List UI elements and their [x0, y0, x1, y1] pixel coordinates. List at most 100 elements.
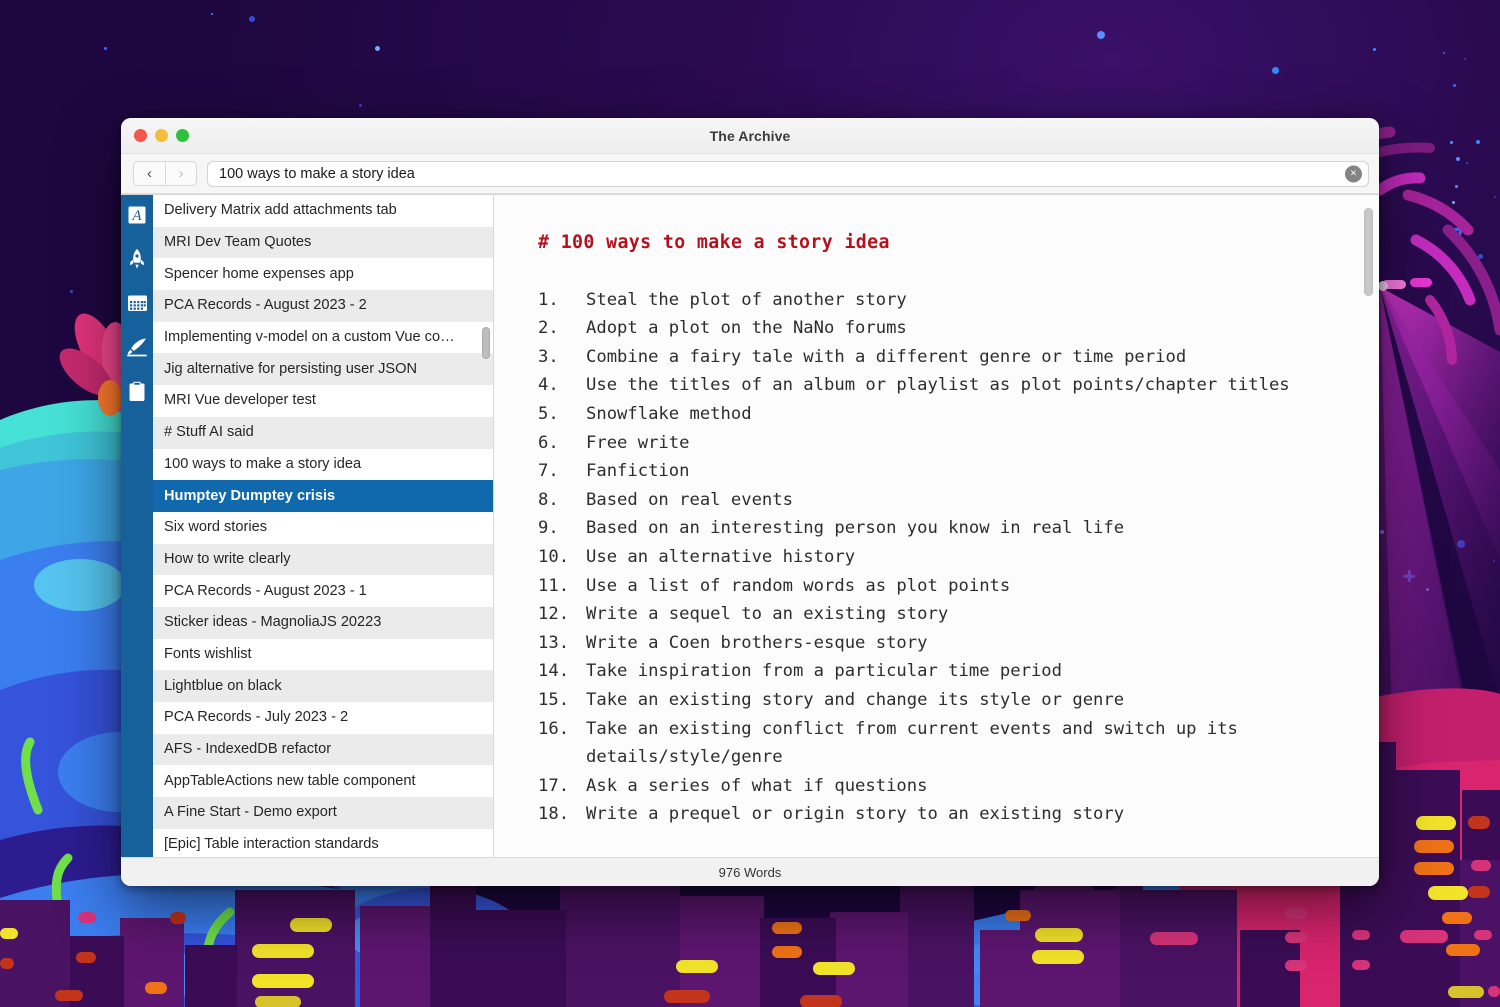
note-list-line: 12.Write a sequel to an existing story: [538, 600, 1339, 629]
note-list-line-number: 16.: [538, 715, 586, 772]
note-list-item[interactable]: AFS - IndexedDB refactor: [153, 734, 493, 766]
editor-pane[interactable]: # 100 ways to make a story idea 1.Steal …: [494, 195, 1379, 857]
rocket-icon[interactable]: [124, 246, 150, 272]
note-list-line-number: 9.: [538, 514, 586, 543]
window-titlebar[interactable]: The Archive: [121, 118, 1379, 154]
note-list-item[interactable]: PCA Records - July 2023 - 2: [153, 702, 493, 734]
window-controls[interactable]: [121, 129, 189, 142]
archive-a-icon[interactable]: A: [124, 202, 150, 228]
note-list-line-number: 1.: [538, 286, 586, 315]
star-dot: [1097, 31, 1105, 39]
word-count: 976 Words: [719, 865, 782, 880]
star-dot: [1466, 162, 1468, 164]
note-list-item[interactable]: # Stuff AI said: [153, 417, 493, 449]
status-bar: 976 Words: [121, 857, 1379, 886]
note-heading: # 100 ways to make a story idea: [538, 229, 1339, 258]
star-dot: [104, 47, 107, 50]
note-list-item[interactable]: Humptey Dumptey crisis: [153, 480, 493, 512]
note-list-line: 6.Free write: [538, 429, 1339, 458]
minimize-button[interactable]: [155, 129, 168, 142]
note-list-line-text: Fanfiction: [586, 457, 1339, 486]
note-list-item[interactable]: 100 ways to make a story idea: [153, 449, 493, 481]
star-dot: [1493, 560, 1495, 562]
desktop-wallpaper: The Archive ‹ › × A: [0, 0, 1500, 1007]
note-list-line-number: 10.: [538, 543, 586, 572]
note-list-item[interactable]: How to write clearly: [153, 544, 493, 576]
note-list[interactable]: Delivery Matrix add attachments tabMRI D…: [153, 195, 494, 857]
note-list-item[interactable]: Spencer home expenses app: [153, 258, 493, 290]
star-dot: [1476, 140, 1480, 144]
star-dot: [1468, 760, 1472, 764]
note-list-item[interactable]: AppTableActions new table component: [153, 765, 493, 797]
note-list-line-text: Adopt a plot on the NaNo forums: [586, 314, 1339, 343]
star-dot: [1443, 52, 1445, 54]
note-list-item[interactable]: Lightblue on black: [153, 670, 493, 702]
note-list-line: 9.Based on an interesting person you kno…: [538, 514, 1339, 543]
star-dot: [1457, 540, 1465, 548]
quill-icon[interactable]: [124, 334, 150, 360]
search-container: ×: [207, 161, 1369, 187]
note-list-scroll-thumb[interactable]: [482, 327, 490, 359]
note-list-item[interactable]: MRI Dev Team Quotes: [153, 227, 493, 259]
star-dot: [1272, 67, 1279, 74]
editor-scroll-thumb[interactable]: [1364, 208, 1373, 296]
star-dot: [1453, 84, 1456, 87]
note-list-line-text: Combine a fairy tale with a different ge…: [586, 343, 1339, 372]
note-list-line: 3.Combine a fairy tale with a different …: [538, 343, 1339, 372]
note-list-item[interactable]: Implementing v-model on a custom Vue co…: [153, 322, 493, 354]
note-list-item[interactable]: Six word stories: [153, 512, 493, 544]
note-list-line: 11.Use a list of random words as plot po…: [538, 572, 1339, 601]
note-list-line: 1.Steal the plot of another story: [538, 286, 1339, 315]
note-list-item[interactable]: PCA Records - August 2023 - 1: [153, 575, 493, 607]
nav-buttons[interactable]: ‹ ›: [133, 161, 197, 186]
note-list-line-text: Based on real events: [586, 486, 1339, 515]
star-dot: [70, 290, 73, 293]
search-input[interactable]: [207, 161, 1369, 187]
star-dot: [1452, 201, 1455, 204]
note-list-line-number: 7.: [538, 457, 586, 486]
app-window[interactable]: The Archive ‹ › × A: [121, 118, 1379, 886]
note-list-item[interactable]: [Epic] Table interaction standards: [153, 829, 493, 857]
note-list-line-text: Write a sequel to an existing story: [586, 600, 1339, 629]
note-list-item[interactable]: PCA Records - August 2023 - 2: [153, 290, 493, 322]
note-list-line: 5.Snowflake method: [538, 400, 1339, 429]
editor-scrollbar[interactable]: [1364, 201, 1373, 851]
note-list-item[interactable]: Delivery Matrix add attachments tab: [153, 195, 493, 227]
note-list-item[interactable]: Sticker ideas - MagnoliaJS 20223: [153, 607, 493, 639]
note-list-item[interactable]: A Fine Start - Demo export: [153, 797, 493, 829]
note-list-scrollbar[interactable]: [482, 195, 490, 857]
close-button[interactable]: [134, 129, 147, 142]
back-button[interactable]: ‹: [133, 161, 165, 186]
star-dot: [1464, 58, 1466, 60]
note-list-line-text: Take an existing story and change its st…: [586, 686, 1339, 715]
note-list-line-number: 14.: [538, 657, 586, 686]
note-list-line-number: 4.: [538, 371, 586, 400]
note-list-line-text: Take an existing conflict from current e…: [586, 715, 1339, 772]
star-dot: [1426, 588, 1429, 591]
note-list-line-number: 15.: [538, 686, 586, 715]
note-list-line-number: 13.: [538, 629, 586, 658]
window-body: A: [121, 194, 1379, 857]
star-sparkle: [1403, 570, 1415, 582]
star-dot: [1380, 530, 1384, 534]
note-list-item[interactable]: Fonts wishlist: [153, 639, 493, 671]
note-list-line: 13.Write a Coen brothers-esque story: [538, 629, 1339, 658]
clipboard-icon[interactable]: [124, 378, 150, 404]
note-list-line: 2.Adopt a plot on the NaNo forums: [538, 314, 1339, 343]
window-title: The Archive: [121, 128, 1379, 144]
clear-search-icon[interactable]: ×: [1345, 165, 1362, 182]
note-list-item[interactable]: Jig alternative for persisting user JSON: [153, 353, 493, 385]
note-list-rows: Delivery Matrix add attachments tabMRI D…: [153, 195, 493, 857]
forward-button[interactable]: ›: [165, 161, 197, 186]
note-list-line-text: Use a list of random words as plot point…: [586, 572, 1339, 601]
note-list-line-number: 17.: [538, 772, 586, 801]
star-dot: [1494, 196, 1496, 198]
note-list-line: 18.Write a prequel or origin story to an…: [538, 800, 1339, 829]
note-list-line-number: 3.: [538, 343, 586, 372]
zoom-button[interactable]: [176, 129, 189, 142]
note-list-item[interactable]: MRI Vue developer test: [153, 385, 493, 417]
note-list-line-number: 2.: [538, 314, 586, 343]
star-dot: [110, 330, 114, 334]
calendar-icon[interactable]: [124, 290, 150, 316]
note-list-line-number: 8.: [538, 486, 586, 515]
